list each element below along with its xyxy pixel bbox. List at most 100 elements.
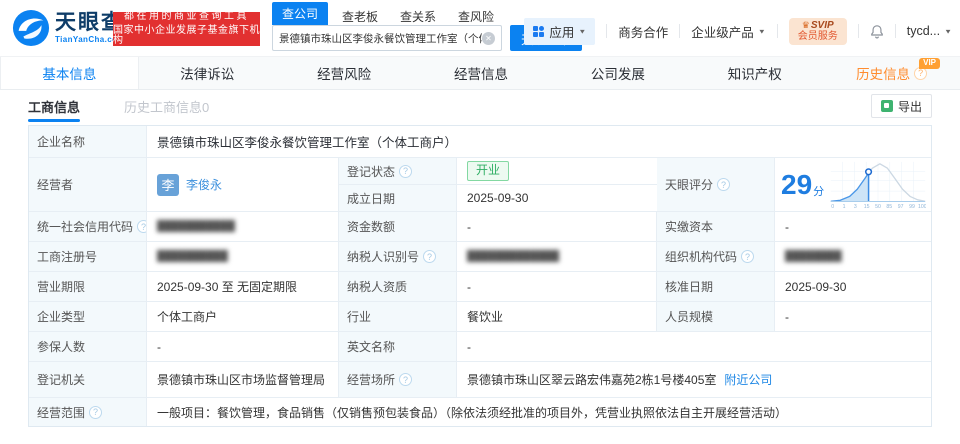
field-label: 登记机关 bbox=[29, 362, 147, 398]
help-icon[interactable]: ? bbox=[423, 250, 437, 263]
table-row: 登记状态? 开业 bbox=[339, 158, 657, 185]
help-icon[interactable]: ? bbox=[741, 250, 755, 263]
help-icon[interactable]: ? bbox=[89, 405, 103, 419]
tab-operating-risk[interactable]: 经营风险 bbox=[276, 57, 413, 89]
tianyancha-logo[interactable]: 天眼查 TianYanCha.com bbox=[12, 9, 125, 47]
clear-icon[interactable]: ✕ bbox=[482, 31, 495, 45]
top-header: 天眼查 TianYanCha.com 都在用的商业查询工具 国家中小企业发展子基… bbox=[0, 0, 960, 57]
field-label: 经营者 bbox=[29, 158, 147, 212]
approval-date-value: 2025-09-30 bbox=[775, 272, 931, 302]
business-scope-value: 一般项目：餐饮管理，食品销售（仅销售预包装食品）（除依法须经批准的项目外，凭营业… bbox=[157, 405, 788, 420]
field-label: 纳税人识别号? bbox=[339, 242, 457, 272]
table-row-company-name: 企业名称 景德镇市珠山区李俊永餐饮管理工作室（个体工商户） bbox=[29, 126, 931, 158]
nearby-companies-link[interactable]: 附近公司 bbox=[724, 371, 772, 388]
search-tab-risk[interactable]: 查风险 bbox=[458, 8, 494, 25]
enterprise-products-label: 企业级产品 bbox=[691, 25, 754, 40]
header-right-nav: 应用 ▼ 商务合作 企业级产品 ▼ ♛SVIP 会员服务 tycd... ▼ bbox=[524, 16, 952, 46]
help-icon[interactable]: ? bbox=[399, 373, 413, 386]
slogan-banner: 都在用的商业查询工具 国家中小企业发展子基金旗下机构 bbox=[113, 12, 260, 46]
svg-text:99: 99 bbox=[909, 204, 915, 210]
export-button[interactable]: 导出 bbox=[870, 94, 932, 118]
paid-capital-value: - bbox=[775, 212, 931, 242]
field-label: 登记状态? bbox=[339, 158, 457, 185]
score-distribution-chart: 0 1 3 15 50 85 97 99 100 bbox=[830, 161, 926, 210]
field-label: 纳税人资质 bbox=[339, 272, 457, 302]
apps-menu[interactable]: 应用 ▼ bbox=[524, 17, 596, 45]
help-icon[interactable]: ? bbox=[717, 178, 731, 191]
business-premises-value: 景德镇市珠山区翠云路宏伟嘉苑2栋1号楼405室 附近公司 bbox=[457, 362, 931, 398]
industry-value: 餐饮业 bbox=[457, 302, 657, 332]
table-row-authority: 登记机关 景德镇市珠山区市场监督管理局 经营场所? 景德镇市珠山区翠云路宏伟嘉苑… bbox=[29, 362, 931, 398]
tab-company-development[interactable]: 公司发展 bbox=[549, 57, 686, 89]
enterprise-products-menu[interactable]: 企业级产品 ▼ bbox=[691, 22, 765, 41]
svg-text:100: 100 bbox=[918, 204, 926, 210]
notification-bell-icon[interactable] bbox=[870, 24, 884, 39]
operator-name-link[interactable]: 李俊永 bbox=[186, 176, 222, 193]
svg-text:15: 15 bbox=[864, 204, 870, 210]
help-icon[interactable]: ? bbox=[137, 220, 146, 233]
search-tab-company[interactable]: 查公司 bbox=[272, 2, 329, 25]
crown-icon: ♛ bbox=[801, 19, 810, 30]
table-row: 成立日期 2025-09-30 bbox=[339, 185, 657, 212]
user-menu[interactable]: tycd... ▼ bbox=[907, 24, 952, 38]
english-name-value: - bbox=[457, 332, 931, 362]
slogan-line1: 都在用的商业查询工具 bbox=[124, 11, 249, 22]
apps-label: 应用 bbox=[549, 25, 575, 40]
field-label: 英文名称 bbox=[339, 332, 457, 362]
field-label: 核准日期 bbox=[657, 272, 775, 302]
field-label: 营业期限 bbox=[29, 272, 147, 302]
divider bbox=[679, 24, 681, 38]
divider bbox=[776, 24, 778, 38]
business-cooperation-link[interactable]: 商务合作 bbox=[618, 22, 668, 41]
operator-value: 李 李俊永 bbox=[147, 158, 339, 212]
credit-code-value: ███████████ bbox=[147, 212, 339, 242]
reg-number-value: ██████████ bbox=[147, 242, 339, 272]
field-label: 成立日期 bbox=[339, 185, 457, 212]
field-label: 行业 bbox=[339, 302, 457, 332]
table-row-operator: 经营者 李 李俊永 登记状态? 开业 成立日期 2025-09-30 天眼评分 … bbox=[29, 158, 931, 212]
vip-badge: VIP bbox=[919, 58, 941, 69]
status-date-subtable: 登记状态? 开业 成立日期 2025-09-30 bbox=[339, 158, 657, 212]
table-row-insured: 参保人数 - 英文名称 - bbox=[29, 332, 931, 362]
svg-text:85: 85 bbox=[887, 204, 893, 210]
svg-text:97: 97 bbox=[898, 204, 904, 210]
svg-text:0: 0 bbox=[831, 204, 834, 210]
search-tab-boss[interactable]: 查老板 bbox=[342, 8, 378, 25]
apps-grid-icon bbox=[533, 25, 545, 37]
tab-history-info[interactable]: 历史信息 ? VIP bbox=[823, 57, 960, 89]
insured-count-value: - bbox=[147, 332, 339, 362]
avatar: 李 bbox=[157, 173, 179, 196]
business-term-value: 2025-09-30 至 无固定期限 bbox=[147, 272, 339, 302]
search-input[interactable] bbox=[279, 32, 482, 44]
score-number: 29 bbox=[781, 168, 813, 200]
username: tycd... bbox=[906, 24, 941, 38]
search-tab-relation[interactable]: 查关系 bbox=[400, 8, 436, 25]
chevron-down-icon: ▼ bbox=[578, 27, 587, 35]
chevron-down-icon: ▼ bbox=[757, 27, 766, 35]
svg-text:1: 1 bbox=[843, 204, 846, 210]
divider bbox=[894, 24, 896, 38]
table-row-credit-code: 统一社会信用代码? ███████████ 资金数额 - 实缴资本 - bbox=[29, 212, 931, 242]
export-label: 导出 bbox=[897, 99, 922, 114]
tab-business-info[interactable]: 经营信息 bbox=[413, 57, 550, 89]
section-tab-bar: 工商信息 历史工商信息0 导出 bbox=[0, 90, 960, 125]
svg-text:50: 50 bbox=[875, 204, 881, 210]
help-icon[interactable]: ? bbox=[399, 164, 413, 178]
field-label: 工商注册号 bbox=[29, 242, 147, 272]
establish-date-value: 2025-09-30 bbox=[457, 185, 657, 212]
svip-line1: ♛SVIP bbox=[801, 19, 834, 31]
table-row-company-type: 企业类型 个体工商户 行业 餐饮业 人员规模 - bbox=[29, 302, 931, 332]
score-unit: 分 bbox=[813, 185, 825, 198]
tab-basic-info[interactable]: 基本信息 bbox=[0, 57, 139, 89]
tianyancha-logo-icon bbox=[12, 9, 50, 47]
tab-intellectual-property[interactable]: 知识产权 bbox=[686, 57, 823, 89]
svip-member-badge[interactable]: ♛SVIP 会员服务 bbox=[788, 17, 847, 45]
subtab-history-registration-info[interactable]: 历史工商信息0 bbox=[124, 90, 209, 122]
field-label: 人员规模 bbox=[657, 302, 775, 332]
tab-history-label: 历史信息 bbox=[856, 67, 911, 82]
tianyancha-company-page: 天眼查 TianYanCha.com 都在用的商业查询工具 国家中小企业发展子基… bbox=[0, 0, 960, 444]
tianyan-score-value[interactable]: 29 分 0 1 3 15 50 85 97 99 100 bbox=[775, 158, 931, 212]
subtab-registration-info[interactable]: 工商信息 bbox=[28, 90, 81, 122]
tab-legal-proceedings[interactable]: 法律诉讼 bbox=[139, 57, 276, 89]
chevron-down-icon: ▼ bbox=[944, 27, 952, 35]
